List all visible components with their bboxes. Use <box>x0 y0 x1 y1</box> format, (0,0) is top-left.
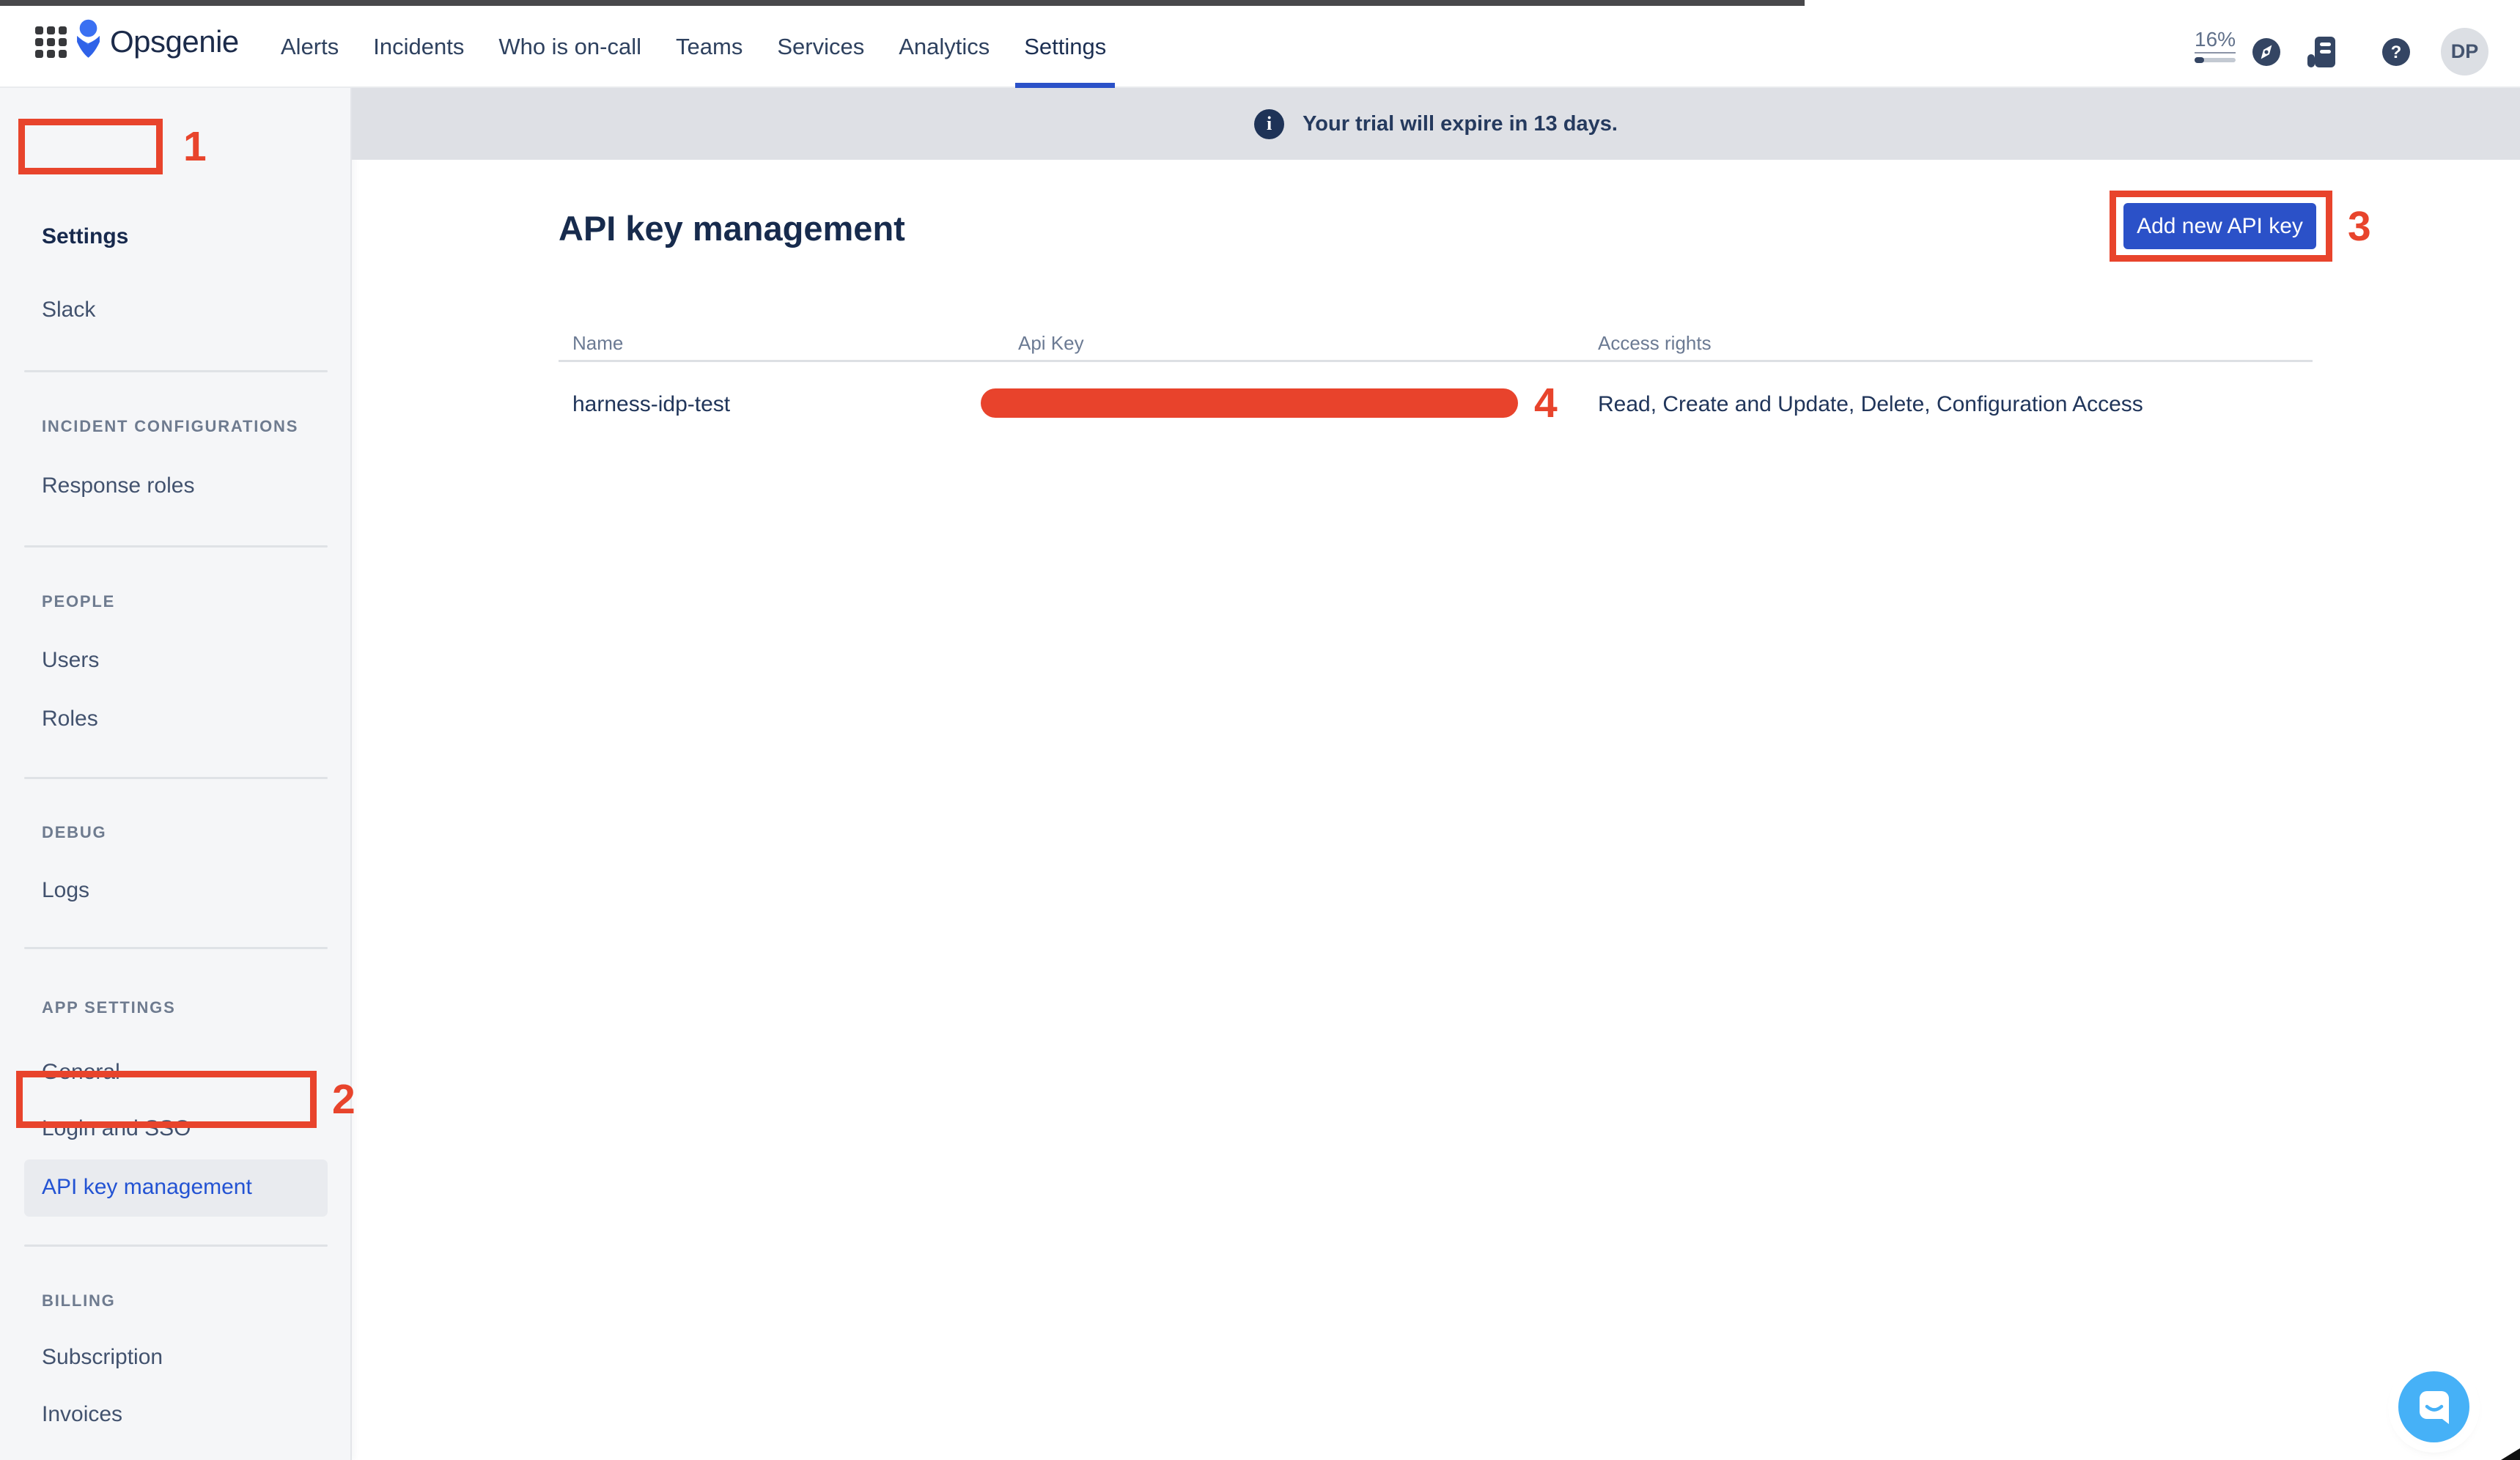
sidebar-item-settings[interactable]: Settings <box>42 215 128 259</box>
info-icon: i <box>1254 109 1284 139</box>
whats-new-icon[interactable] <box>2306 35 2335 64</box>
sidebar-divider <box>24 947 328 949</box>
sidebar-item-invoices[interactable]: Invoices <box>42 1393 122 1437</box>
annotation-number-3: 3 <box>2348 206 2371 248</box>
opsgenie-settings-page: Opsgenie Alerts Incidents Who is on-call… <box>0 0 2520 1460</box>
avatar-initials: DP <box>2451 40 2479 63</box>
table-header-divider <box>559 360 2313 362</box>
trial-banner-text: Your trial will expire in 13 days. <box>1303 112 1618 136</box>
sidebar-divider <box>24 777 328 779</box>
trial-usage-percent: 16% <box>2195 28 2236 54</box>
screen-corner-artifact <box>2501 1448 2520 1460</box>
page-title: API key management <box>559 208 905 248</box>
sidebar-item-logs[interactable]: Logs <box>42 869 89 912</box>
chat-bubble-icon <box>2414 1387 2454 1427</box>
trial-usage-indicator[interactable]: 16% <box>2195 28 2236 62</box>
sidebar-item-response-roles[interactable]: Response roles <box>42 464 194 508</box>
sidebar-header-people: PEOPLE <box>42 587 115 616</box>
sidebar-item-api-key-management[interactable]: API key management <box>42 1165 252 1209</box>
sidebar-header-billing: BILLING <box>42 1286 116 1316</box>
navbar-right-cluster: 16% <box>0 6 2520 88</box>
trial-usage-progressbar <box>2195 58 2236 62</box>
api-key-name-cell: harness-idp-test <box>572 390 730 419</box>
trial-usage-progress-fill <box>2195 57 2204 63</box>
explore-compass-icon[interactable] <box>2252 37 2281 67</box>
background-window-strip <box>0 0 1805 6</box>
settings-sidebar: Settings Slack INCIDENT CONFIGURATIONS R… <box>0 88 352 1460</box>
chat-launcher-button[interactable] <box>2398 1371 2469 1442</box>
sidebar-item-billing-information[interactable]: Billing information <box>42 1451 215 1460</box>
svg-text:?: ? <box>2391 43 2402 62</box>
sidebar-divider <box>24 370 328 372</box>
sidebar-divider <box>24 545 328 548</box>
help-icon[interactable]: ? <box>2381 37 2411 67</box>
annotation-redaction-bar-api-key <box>981 388 1518 418</box>
trial-banner: i Your trial will expire in 13 days. <box>352 88 2520 160</box>
sidebar-item-subscription[interactable]: Subscription <box>42 1335 163 1379</box>
annotation-number-4: 4 <box>1534 383 1558 424</box>
sidebar-header-incident-configurations: INCIDENT CONFIGURATIONS <box>42 412 298 441</box>
sidebar-header-app-settings: APP SETTINGS <box>42 993 176 1022</box>
sidebar-divider <box>24 1245 328 1247</box>
annotation-number-1: 1 <box>183 126 207 168</box>
annotation-number-2: 2 <box>332 1079 355 1121</box>
user-avatar[interactable]: DP <box>2441 28 2488 75</box>
top-navbar: Opsgenie Alerts Incidents Who is on-call… <box>0 0 2520 88</box>
sidebar-header-debug: DEBUG <box>42 818 106 847</box>
annotation-box-1-settings <box>18 119 163 174</box>
sidebar-item-slack[interactable]: Slack <box>42 288 95 332</box>
annotation-box-2-api-key-management <box>16 1071 317 1128</box>
column-header-name: Name <box>572 330 623 356</box>
access-rights-cell: Read, Create and Update, Delete, Configu… <box>1598 390 2143 419</box>
sidebar-item-users[interactable]: Users <box>42 638 99 682</box>
annotation-box-3-add-button <box>2110 191 2332 262</box>
sidebar-item-roles[interactable]: Roles <box>42 697 98 741</box>
column-header-api-key: Api Key <box>1018 330 1084 356</box>
column-header-access-rights: Access rights <box>1598 330 1712 356</box>
